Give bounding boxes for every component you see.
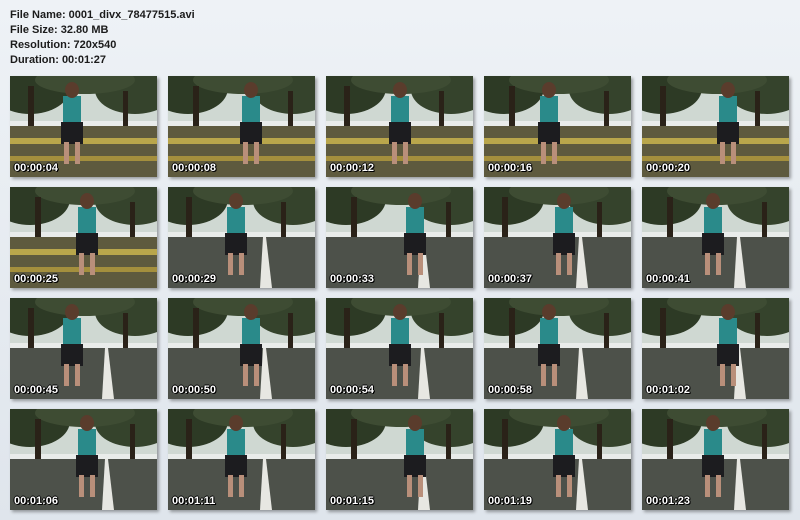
video-thumbnail[interactable]: 00:01:11	[168, 409, 315, 510]
thumbnail-timestamp: 00:00:37	[488, 273, 533, 285]
file-size-text: File Size: 32.80 MB	[10, 24, 109, 36]
video-thumbnail[interactable]: 00:00:58	[484, 298, 631, 399]
video-thumbnail[interactable]: 00:00:12	[326, 76, 473, 177]
video-thumbnail[interactable]: 00:00:50	[168, 298, 315, 399]
thumbnail-timestamp: 00:00:41	[646, 273, 691, 285]
video-thumbnail[interactable]: 00:00:33	[326, 187, 473, 288]
thumbnail-timestamp: 00:00:33	[330, 273, 375, 285]
video-thumbnail[interactable]: 00:00:08	[168, 76, 315, 177]
video-thumbnail[interactable]: 00:00:04	[10, 76, 157, 177]
video-thumbnail[interactable]: 00:00:45	[10, 298, 157, 399]
thumbnail-timestamp: 00:00:29	[172, 273, 217, 285]
video-thumbnail[interactable]: 00:00:20	[642, 76, 789, 177]
video-thumbnail[interactable]: 00:00:29	[168, 187, 315, 288]
thumbnail-timestamp: 00:01:15	[330, 495, 375, 507]
file-info-panel: File Name: 0001_divx_78477515.avi File S…	[10, 8, 195, 68]
thumbnail-timestamp: 00:01:11	[172, 495, 216, 507]
thumbnail-timestamp: 00:00:58	[488, 384, 533, 396]
duration-text: Duration: 00:01:27	[10, 54, 106, 66]
thumbnail-timestamp: 00:00:20	[646, 162, 691, 174]
video-thumbnail[interactable]: 00:01:15	[326, 409, 473, 510]
thumbnail-timestamp: 00:00:54	[330, 384, 375, 396]
thumbnail-timestamp: 00:00:12	[330, 162, 375, 174]
thumbnail-timestamp: 00:01:06	[14, 495, 59, 507]
video-thumbnail[interactable]: 00:00:25	[10, 187, 157, 288]
file-name-text: File Name: 0001_divx_78477515.avi	[10, 9, 195, 21]
thumbnail-timestamp: 00:00:04	[14, 162, 59, 174]
resolution-text: Resolution: 720x540	[10, 39, 117, 51]
video-thumbnail[interactable]: 00:01:19	[484, 409, 631, 510]
thumbnail-timestamp: 00:00:25	[14, 273, 59, 285]
video-thumbnail[interactable]: 00:00:54	[326, 298, 473, 399]
thumbnail-timestamp: 00:01:02	[646, 384, 691, 396]
thumbnail-timestamp: 00:00:08	[172, 162, 217, 174]
thumbnail-timestamp: 00:01:19	[488, 495, 533, 507]
thumbnail-timestamp: 00:00:50	[172, 384, 217, 396]
video-thumbnail[interactable]: 00:01:23	[642, 409, 789, 510]
video-thumbnail[interactable]: 00:00:41	[642, 187, 789, 288]
thumbnail-timestamp: 00:00:16	[488, 162, 533, 174]
video-thumbnail[interactable]: 00:01:06	[10, 409, 157, 510]
thumbnail-timestamp: 00:00:45	[14, 384, 59, 396]
thumbnail-timestamp: 00:01:23	[646, 495, 691, 507]
video-thumbnail[interactable]: 00:00:16	[484, 76, 631, 177]
video-thumbnail[interactable]: 00:01:02	[642, 298, 789, 399]
video-thumbnail[interactable]: 00:00:37	[484, 187, 631, 288]
